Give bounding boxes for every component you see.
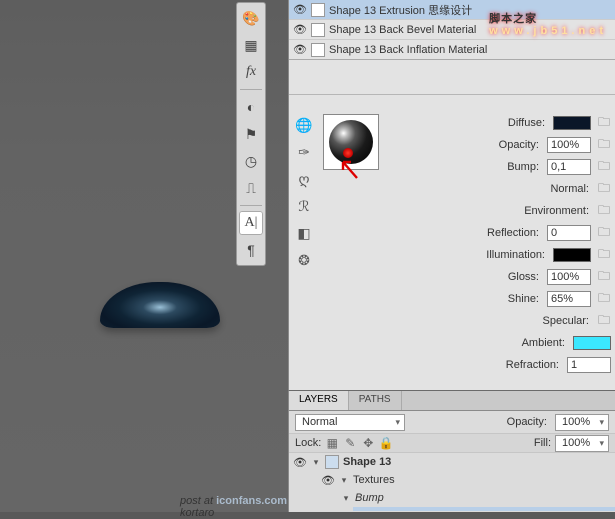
illumination-label: Illumination: — [389, 249, 547, 261]
material-row[interactable]: Shape 1 Front Inflation Material – Bump — [353, 507, 615, 511]
folder-icon[interactable]: 🗀 — [597, 116, 611, 130]
opacity-label: Opacity: — [389, 139, 541, 151]
ambient-swatch[interactable] — [573, 336, 611, 350]
material-name: Shape 1 Front Inflation Material – Bump — [383, 510, 577, 511]
bump-input[interactable]: 0,1 — [547, 159, 591, 175]
opacity-input[interactable]: 100% — [547, 137, 591, 153]
watermark: 脚本之家 www.jb51.net — [489, 6, 607, 37]
contrast-icon[interactable]: ◐ — [239, 95, 263, 119]
material-label: Shape 13 Back Inflation Material — [329, 44, 487, 56]
divider — [289, 94, 615, 95]
layers-tree: 👁 ▾ Shape 13 👁 ▾ Textures ▾ Bump Shape 1… — [289, 453, 615, 511]
stamp-icon[interactable]: ⎍ — [239, 176, 263, 200]
folder-icon[interactable]: 🗀 — [597, 182, 611, 196]
gloss-input[interactable]: 100% — [547, 269, 591, 285]
folder-icon[interactable]: 🗀 — [597, 226, 611, 240]
material-preview[interactable] — [323, 114, 379, 170]
reflection-label: Reflection: — [389, 227, 541, 239]
folder-icon[interactable]: 🗀 — [597, 270, 611, 284]
material-label: Shape 13 Extrusion 思缘设计 — [329, 2, 472, 18]
mask-icon[interactable]: ◧ — [293, 222, 315, 244]
textures-row[interactable]: 👁 ▾ Textures — [317, 471, 615, 489]
dropper-icon[interactable]: ✑ — [293, 141, 315, 163]
folder-icon[interactable]: 🗀 — [597, 160, 611, 174]
visibility-icon[interactable]: 👁 — [293, 3, 307, 17]
shine-label: Shine: — [389, 293, 541, 305]
material-label: Shape 13 Back Bevel Material — [329, 24, 476, 36]
material-thumbnail — [311, 23, 325, 37]
paragraph-icon[interactable]: ¶ — [239, 238, 263, 262]
lock-all-icon[interactable]: 🔒 — [379, 436, 393, 450]
layer-thumbnail — [325, 455, 339, 469]
brush-icon[interactable]: ℛ — [293, 195, 315, 217]
folder-icon[interactable]: 🗀 — [597, 138, 611, 152]
panel-tabs: LAYERS PATHS — [289, 391, 615, 411]
tab-layers[interactable]: LAYERS — [289, 391, 349, 410]
folder-icon[interactable]: 🗀 — [597, 204, 611, 218]
visibility-icon[interactable]: 👁 — [293, 23, 307, 37]
reflection-input[interactable]: 0 — [547, 225, 591, 241]
swatches-icon[interactable]: ▦ — [239, 33, 263, 57]
flag-icon[interactable]: ⚑ — [239, 122, 263, 146]
vertical-toolbar: 🎨 ▦ fx ◐ ⚑ ◷ ⎍ A| ¶ — [236, 2, 266, 266]
folder-icon[interactable]: 🗀 — [597, 292, 611, 306]
textures-label: Textures — [353, 474, 395, 486]
clock-icon[interactable]: ◷ — [239, 149, 263, 173]
normal-label: Normal: — [389, 183, 591, 195]
visibility-icon[interactable]: 👁 — [293, 43, 307, 57]
layer-opacity-label: Opacity: — [507, 416, 547, 428]
blend-mode-select[interactable]: Normal — [295, 414, 405, 431]
bump-label: Bump — [355, 492, 384, 504]
lock-transparency-icon[interactable]: ▦ — [325, 436, 339, 450]
separator — [240, 89, 262, 90]
shine-input[interactable]: 65% — [547, 291, 591, 307]
globe-icon[interactable]: 🌐 — [293, 114, 315, 136]
material-tools-column: 🌐 ✑ ღ ℛ ◧ ❂ — [291, 110, 317, 271]
gloss-label: Gloss: — [389, 271, 541, 283]
attribution-text: post at iconfans.com kortaro — [180, 495, 288, 519]
specular-label: Specular: — [389, 315, 591, 327]
disclosure-icon[interactable]: ▾ — [341, 493, 351, 504]
layer-name: Shape 13 — [343, 456, 391, 468]
folder-icon[interactable]: 🗀 — [597, 248, 611, 262]
layer-opacity-input[interactable]: 100% — [555, 414, 609, 431]
palette-icon[interactable]: 🎨 — [239, 6, 263, 30]
separator — [240, 205, 262, 206]
diffuse-label: Diffuse: — [389, 117, 547, 129]
material-thumbnail — [311, 43, 325, 57]
material-thumbnail — [311, 3, 325, 17]
lock-label: Lock: — [295, 437, 321, 449]
illumination-swatch[interactable] — [553, 248, 591, 262]
fill-input[interactable]: 100% — [555, 435, 609, 452]
disclosure-icon[interactable]: ▾ — [339, 475, 349, 486]
shape-3d-object[interactable] — [100, 282, 220, 328]
material-row[interactable]: 👁 Shape 13 Back Inflation Material — [289, 40, 615, 60]
environment-label: Environment: — [389, 205, 591, 217]
layers-panel: LAYERS PATHS Normal Opacity: 100% Lock: … — [288, 390, 615, 512]
text-icon[interactable]: A| — [239, 211, 263, 235]
refraction-input[interactable]: 1 — [567, 357, 611, 373]
gear-icon[interactable]: ❂ — [293, 249, 315, 271]
layer-row[interactable]: 👁 ▾ Shape 13 — [289, 453, 615, 471]
folder-icon[interactable]: 🗀 — [597, 314, 611, 328]
lock-paint-icon[interactable]: ✎ — [343, 436, 357, 450]
bump-label: Bump: — [389, 161, 541, 173]
bump-row[interactable]: ▾ Bump — [337, 489, 615, 507]
ambient-label: Ambient: — [389, 337, 567, 349]
material-properties: 🌐 ✑ ღ ℛ ◧ ❂ Diffuse: 🗀 Opacity: 100% 🗀 Bump… — [289, 110, 615, 390]
fill-label: Fill: — [534, 437, 551, 449]
tab-paths[interactable]: PATHS — [349, 391, 402, 410]
link-icon[interactable]: ღ — [293, 168, 315, 190]
visibility-icon[interactable]: 👁 — [321, 473, 335, 487]
materials-panel: 👁 Shape 13 Extrusion 思缘设计 👁 Shape 13 Bac… — [288, 0, 615, 390]
lock-position-icon[interactable]: ✥ — [361, 436, 375, 450]
diffuse-swatch[interactable] — [553, 116, 591, 130]
disclosure-icon[interactable]: ▾ — [311, 457, 321, 468]
visibility-icon[interactable]: 👁 — [293, 455, 307, 469]
refraction-label: Refraction: — [389, 359, 561, 371]
fx-icon[interactable]: fx — [239, 60, 263, 84]
